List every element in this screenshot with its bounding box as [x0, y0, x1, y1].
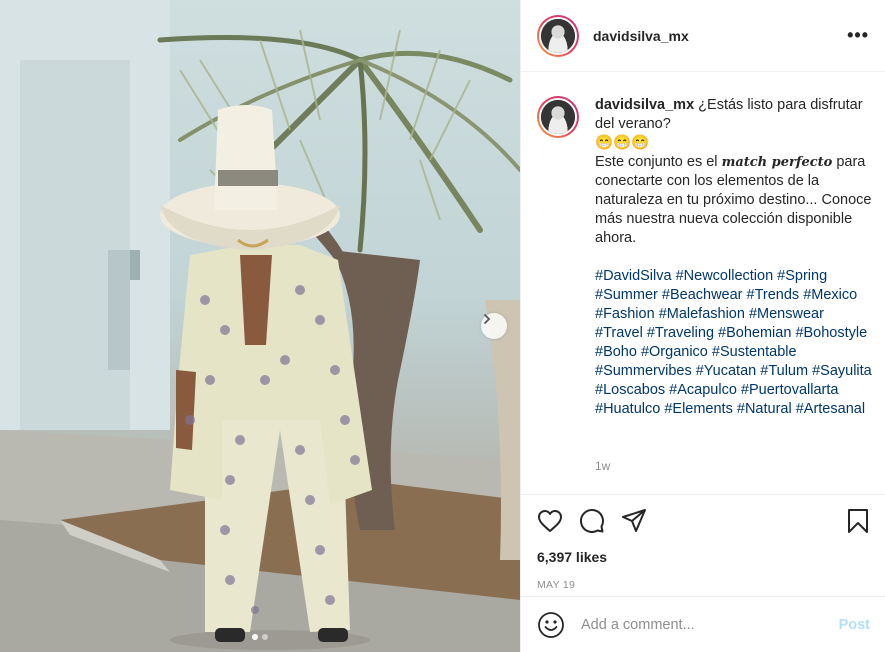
hashtag-link[interactable]: #Beachwear [662, 287, 743, 303]
hashtag-link[interactable]: #Organico [641, 344, 708, 360]
caption-avatar[interactable] [537, 96, 579, 138]
like-heart-icon[interactable] [537, 509, 563, 533]
hashtag-link[interactable]: #Menswear [749, 306, 824, 322]
post-caption: davidsilva_mx ¿Estás listo para disfruta… [537, 96, 875, 419]
hashtag-link[interactable]: #Puertovallarta [741, 382, 839, 398]
hashtag-link[interactable]: #Sustentable [712, 344, 797, 360]
comment-input[interactable] [581, 616, 839, 633]
caption-text: davidsilva_mx ¿Estás listo para disfruta… [595, 96, 875, 419]
header-username[interactable]: davidsilva_mx [593, 28, 689, 44]
hashtag-link[interactable]: #Bohemian [718, 325, 791, 341]
carousel-dot-2 [262, 634, 268, 640]
hashtag-link[interactable]: #Artesanal [796, 401, 865, 417]
hashtag-link[interactable]: #Natural [737, 401, 792, 417]
comment-icon[interactable] [579, 508, 605, 534]
hashtag-list: #DavidSilva #Newcollection #Spring #Summ… [595, 267, 875, 419]
bookmark-icon[interactable] [846, 508, 870, 534]
hashtag-link[interactable]: #Traveling [647, 325, 714, 341]
hashtag-link[interactable]: #Tulum [760, 363, 808, 379]
post-header: davidsilva_mx ••• [521, 0, 885, 72]
caption-emojis: 😁😁😁 [595, 135, 650, 151]
carousel-dot-1 [252, 634, 258, 640]
caption-username[interactable]: davidsilva_mx [595, 97, 694, 113]
hashtag-link[interactable]: #Loscabos [595, 382, 665, 398]
likes-count[interactable]: 6,397 likes [537, 549, 870, 565]
hashtag-link[interactable]: #Summer [595, 287, 658, 303]
post-details-panel: davidsilva_mx ••• davidsilva_mx ¿Estás l… [520, 0, 885, 652]
caption-emphasis: match perfecto [721, 155, 833, 170]
emoji-icon[interactable] [537, 611, 565, 639]
post-actions: 6,397 likes MAY 19 [521, 494, 885, 591]
post-photo[interactable] [0, 0, 520, 652]
hashtag-link[interactable]: #Elements [664, 401, 733, 417]
avatar[interactable] [537, 14, 579, 57]
hashtag-link[interactable]: #Yucatan [696, 363, 756, 379]
hashtag-link[interactable]: #Travel [595, 325, 643, 341]
photo-illustration [0, 0, 520, 652]
caption-body-start: Este conjunto es el [595, 154, 722, 170]
hashtag-link[interactable]: #Fashion [595, 306, 655, 322]
hashtag-link[interactable]: #Boho [595, 344, 637, 360]
post-comment-button[interactable]: Post [839, 617, 870, 633]
carousel-next-button[interactable] [481, 313, 507, 339]
hashtag-link[interactable]: #Acapulco [669, 382, 737, 398]
more-options-icon[interactable]: ••• [847, 25, 869, 46]
hashtag-link[interactable]: #Sayulita [812, 363, 872, 379]
hashtag-link[interactable]: #Huatulco [595, 401, 660, 417]
comment-bar: Post [521, 596, 885, 652]
hashtag-link[interactable]: #Malefashion [659, 306, 745, 322]
post-time-ago[interactable]: 1w [595, 459, 610, 473]
share-icon[interactable] [621, 508, 647, 534]
hashtag-link[interactable]: #Trends [747, 287, 800, 303]
hashtag-link[interactable]: #Summervibes [595, 363, 692, 379]
hashtag-link[interactable]: #Newcollection [676, 268, 774, 284]
hashtag-link[interactable]: #Spring [777, 268, 827, 284]
carousel-indicator [0, 634, 520, 640]
chevron-right-icon [484, 314, 491, 324]
hashtag-link[interactable]: #DavidSilva [595, 268, 672, 284]
hashtag-link[interactable]: #Bohostyle [795, 325, 867, 341]
hashtag-link[interactable]: #Mexico [803, 287, 857, 303]
post-date: MAY 19 [537, 579, 576, 591]
